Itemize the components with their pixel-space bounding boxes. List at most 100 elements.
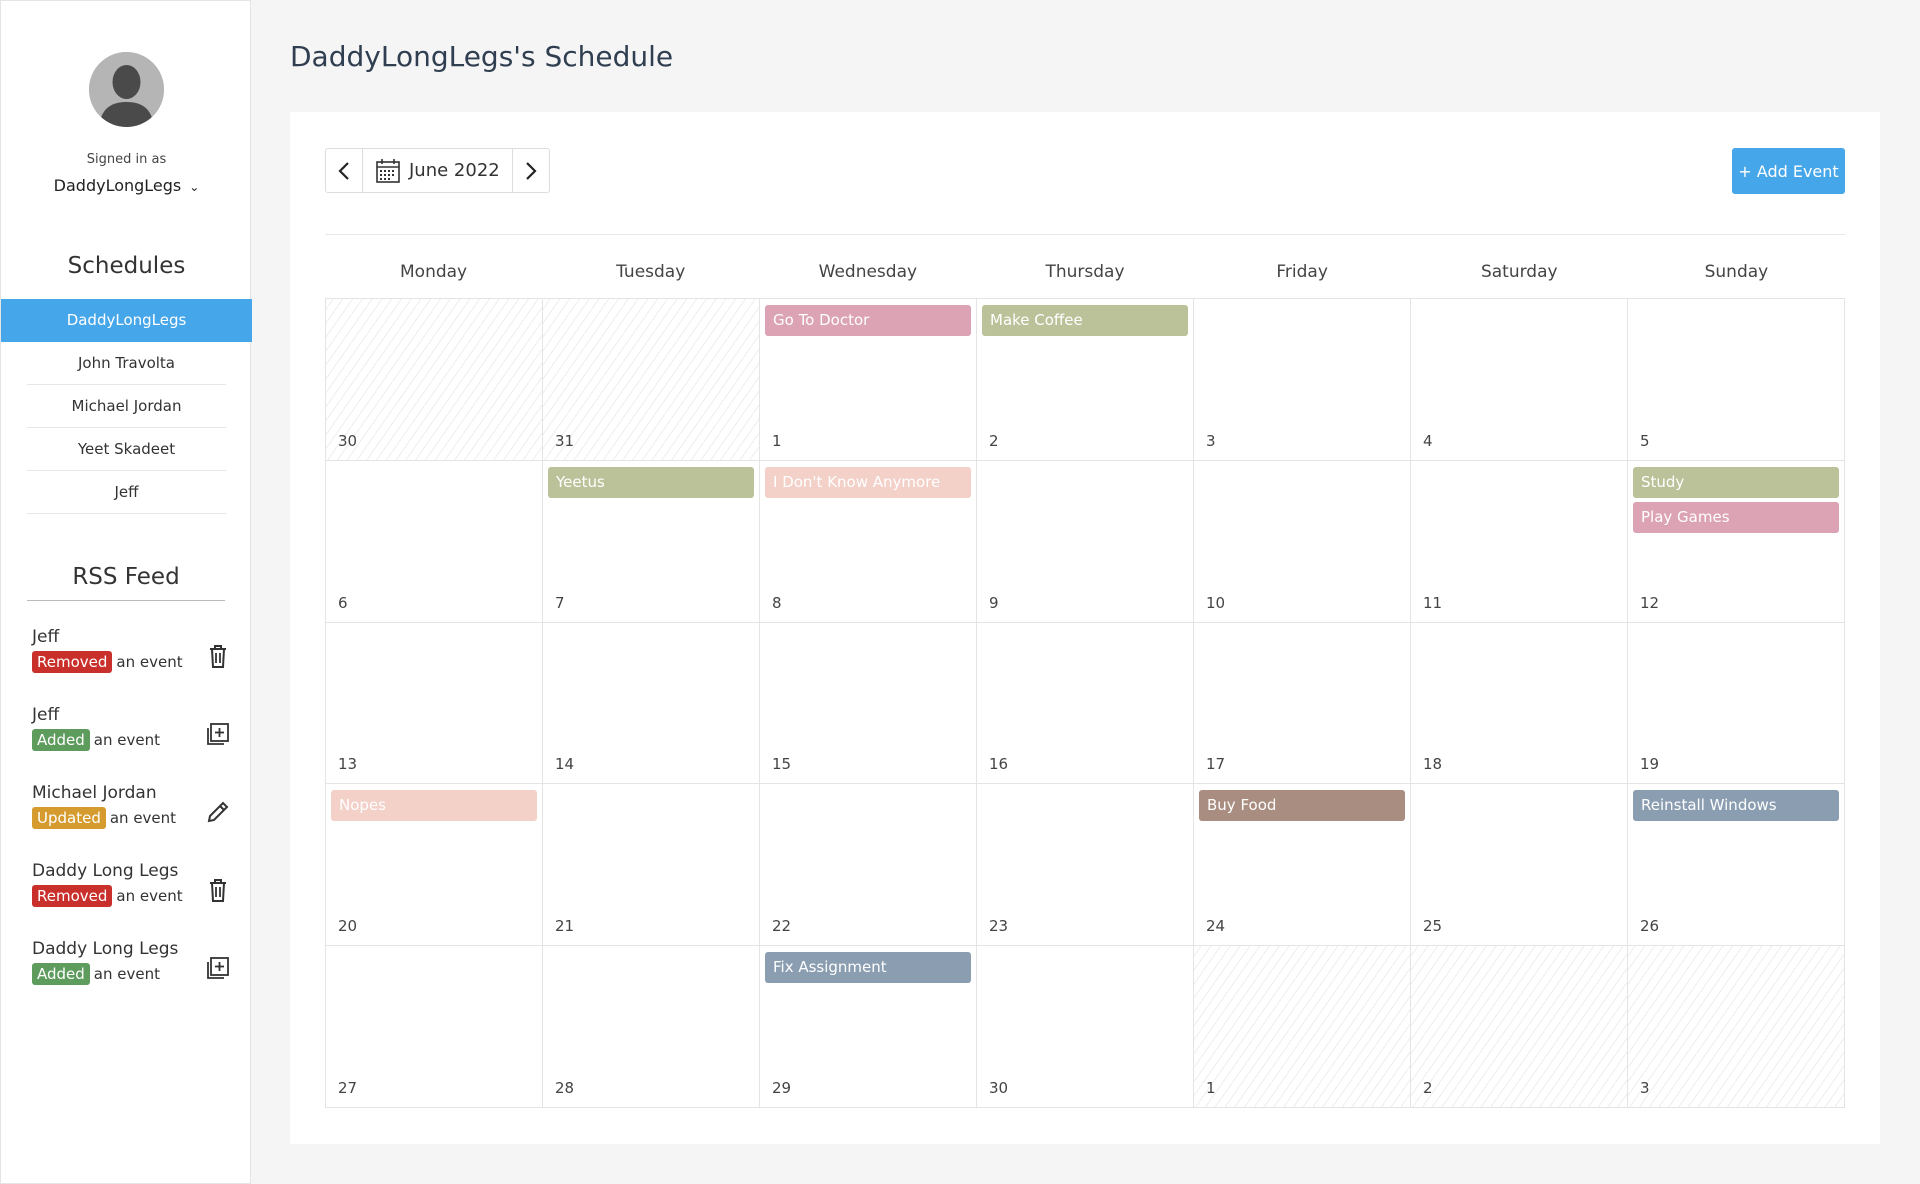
avatar[interactable]: [89, 52, 164, 127]
rss-action-line: Updated an event: [32, 807, 232, 829]
day-cell[interactable]: 25: [1411, 784, 1628, 947]
next-month-button[interactable]: [511, 149, 549, 192]
event-chip[interactable]: Study: [1633, 466, 1839, 498]
day-events: Study Play Games: [1633, 466, 1839, 537]
rss-suffix: an event: [93, 965, 160, 983]
rss-suffix: an event: [93, 731, 160, 749]
day-cell[interactable]: Reinstall Windows 26: [1628, 784, 1845, 947]
day-cell[interactable]: 28: [543, 946, 760, 1108]
day-cell[interactable]: 5: [1628, 299, 1845, 461]
day-cell[interactable]: 27: [326, 946, 543, 1108]
day-cell[interactable]: 22: [760, 784, 977, 947]
event-chip[interactable]: Play Games: [1633, 501, 1839, 533]
day-cell[interactable]: I Don't Know Anymore 8: [760, 460, 977, 623]
day-events: I Don't Know Anymore: [765, 466, 971, 502]
day-cell[interactable]: 30: [977, 946, 1194, 1108]
day-cell[interactable]: 16: [977, 622, 1194, 785]
event-chip[interactable]: Fix Assignment: [765, 952, 971, 984]
day-cell[interactable]: 11: [1411, 460, 1628, 623]
day-cell[interactable]: 3: [1628, 946, 1845, 1108]
event-chip[interactable]: Buy Food: [1199, 790, 1405, 822]
rss-user: Daddy Long Legs: [32, 939, 179, 959]
event-chip[interactable]: Nopes: [331, 790, 537, 822]
day-cell[interactable]: Fix Assignment 29: [760, 946, 977, 1108]
day-cell[interactable]: 31: [543, 299, 760, 461]
weekday-tuesday: Tuesday: [616, 262, 686, 282]
day-number: 3: [1206, 431, 1216, 450]
day-cell[interactable]: 19: [1628, 622, 1845, 785]
rss-action-line: Removed an event: [32, 651, 232, 673]
day-number: 16: [989, 755, 1009, 774]
day-cell[interactable]: 23: [977, 784, 1194, 947]
user-dropdown[interactable]: DaddyLongLegs ⌄: [1, 176, 252, 195]
day-number: 3: [1640, 1079, 1650, 1097]
day-number: 1: [772, 431, 782, 450]
day-cell[interactable]: 6: [326, 460, 543, 623]
day-cell[interactable]: Buy Food 24: [1194, 784, 1411, 947]
month-picker[interactable]: June 2022: [363, 149, 512, 192]
day-number: 2: [989, 431, 999, 450]
day-cell[interactable]: Yeetus 7: [543, 460, 760, 623]
day-number: 30: [989, 1079, 1009, 1097]
event-chip[interactable]: Go To Doctor: [765, 305, 971, 336]
day-cell[interactable]: Study Play Games 12: [1628, 460, 1845, 623]
chevron-left-icon: [338, 161, 349, 180]
rss-suffix: an event: [109, 809, 177, 827]
day-cell[interactable]: 1: [1194, 946, 1411, 1108]
day-number: 10: [1206, 593, 1226, 612]
schedule-item-daddylonglegs[interactable]: DaddyLongLegs: [1, 299, 252, 342]
day-cell[interactable]: 30: [326, 299, 543, 461]
day-cell[interactable]: Make Coffee 2: [977, 299, 1194, 461]
day-cell[interactable]: 3: [1194, 299, 1411, 461]
schedule-item-yeet-skadeet[interactable]: Yeet Skadeet: [27, 428, 226, 471]
day-cell[interactable]: 9: [977, 460, 1194, 623]
chevron-right-icon: [525, 161, 537, 180]
day-cell[interactable]: Go To Doctor 1: [760, 299, 977, 461]
day-number: 12: [1640, 593, 1660, 612]
prev-month-button[interactable]: [326, 149, 363, 192]
rss-suffix: an event: [116, 887, 183, 905]
add-box-icon[interactable]: [204, 720, 232, 748]
event-chip[interactable]: Reinstall Windows: [1633, 790, 1839, 822]
day-cell[interactable]: 15: [760, 622, 977, 785]
day-cell[interactable]: 14: [543, 622, 760, 785]
status-badge: Removed: [32, 651, 113, 673]
day-cell[interactable]: 17: [1194, 622, 1411, 785]
event-chip[interactable]: Yeetus: [548, 466, 754, 498]
weekday-sunday: Sunday: [1704, 262, 1769, 282]
day-cell[interactable]: 10: [1194, 460, 1411, 623]
rss-action-line: Removed an event: [32, 885, 232, 907]
day-number: 29: [772, 1079, 792, 1097]
day-number: 23: [989, 917, 1009, 936]
calendar-grid: 30 31 Go To Doctor 1 Make Coffee 2 3 4 5 6 Yeetus 7…: [325, 298, 1845, 1108]
day-events: Go To Doctor: [765, 305, 971, 340]
day-events: Make Coffee: [982, 305, 1188, 340]
day-cell[interactable]: 4: [1411, 299, 1628, 461]
rss-suffix: an event: [116, 653, 183, 671]
rss-item: Jeff Removed an event: [32, 626, 232, 704]
status-badge: Added: [32, 729, 90, 751]
schedule-item-john-travolta[interactable]: John Travolta: [27, 342, 226, 385]
add-box-icon[interactable]: [204, 954, 232, 982]
day-number: 9: [989, 593, 999, 612]
trash-icon[interactable]: [204, 642, 232, 670]
day-cell[interactable]: 2: [1411, 946, 1628, 1108]
day-cell[interactable]: 18: [1411, 622, 1628, 785]
status-badge: Updated: [32, 807, 106, 829]
schedule-item-michael-jordan[interactable]: Michael Jordan: [27, 385, 226, 428]
day-number: 25: [1423, 917, 1443, 936]
pencil-icon[interactable]: [204, 798, 232, 826]
calendar-card: June 2022 + Add Event Monday Tuesday Wed…: [290, 112, 1880, 1144]
trash-icon[interactable]: [204, 876, 232, 904]
event-chip[interactable]: Make Coffee: [982, 305, 1188, 336]
day-events: Buy Food: [1199, 790, 1405, 825]
rss-item: Michael Jordan Updated an event: [32, 782, 232, 860]
schedule-item-jeff[interactable]: Jeff: [27, 471, 226, 514]
toolbar-divider: [325, 234, 1845, 235]
day-cell[interactable]: 21: [543, 784, 760, 947]
weekday-saturday: Saturday: [1480, 262, 1558, 282]
add-event-button[interactable]: + Add Event: [1732, 148, 1845, 194]
event-chip[interactable]: I Don't Know Anymore: [765, 466, 971, 498]
day-cell[interactable]: 13: [326, 622, 543, 785]
day-cell[interactable]: Nopes 20: [326, 784, 543, 947]
